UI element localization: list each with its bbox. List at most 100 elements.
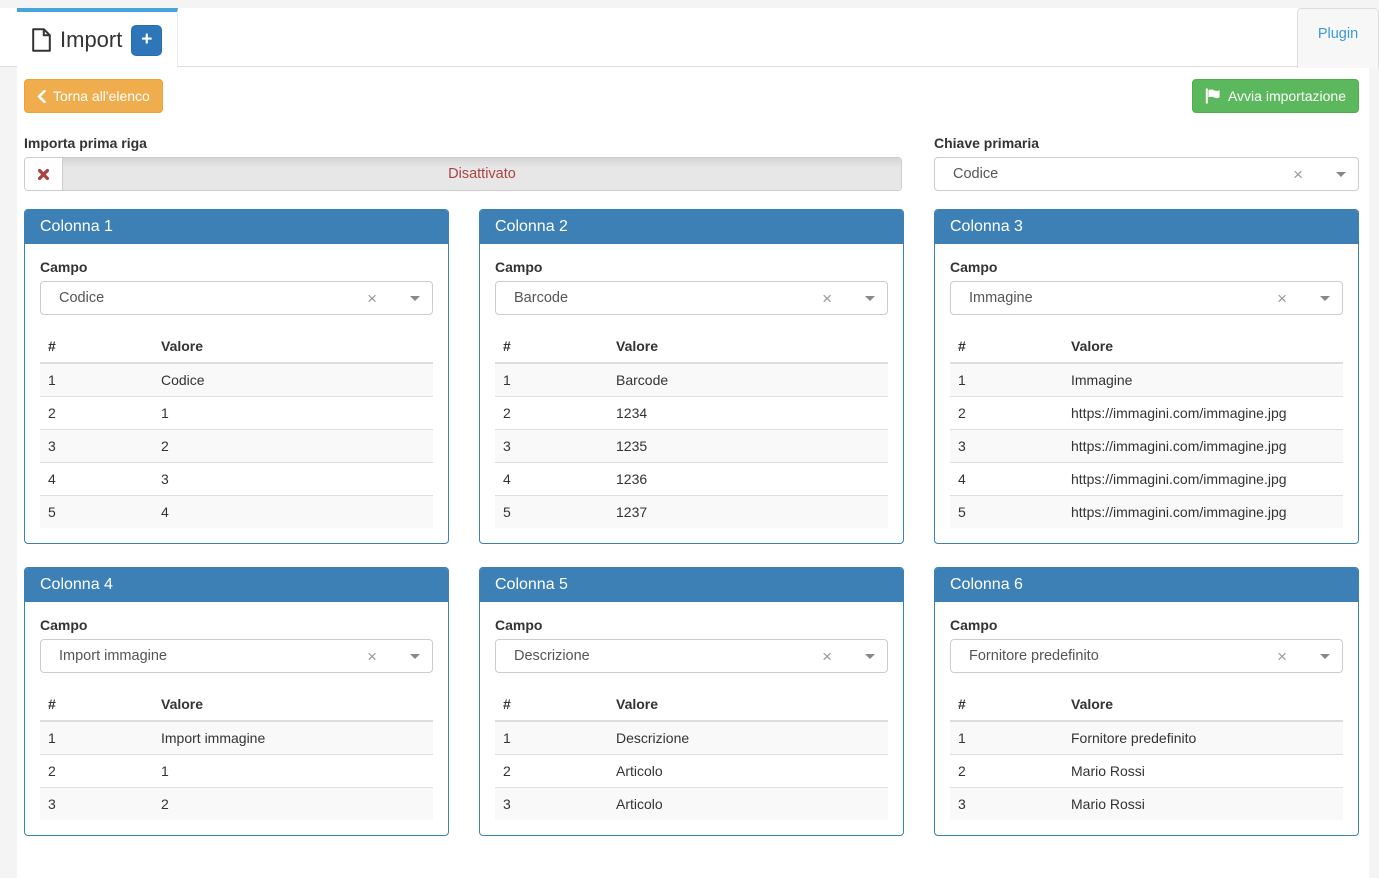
file-icon [32,28,51,52]
tab-import-label: Import [60,27,122,53]
chevron-down-icon [1336,172,1346,182]
row-index: 1 [495,363,608,397]
import-first-row-toggle[interactable]: Disattivato [24,157,902,191]
row-index: 2 [950,755,1063,788]
index-column-header: # [950,688,1063,721]
table-header-row: # Valore [40,688,433,721]
top-tab-bar: Import + Plugin [0,0,1379,67]
field-select-value: Immagine [969,290,1033,306]
row-index: 4 [950,463,1063,496]
row-index: 1 [950,721,1063,755]
column-panel-title: Colonna 3 [935,210,1358,244]
field-select[interactable]: Import immagine × [40,639,433,673]
row-value: Articolo [608,755,888,788]
field-select[interactable]: Fornitore predefinito × [950,639,1343,673]
primary-key-label: Chiave primaria [934,135,1359,151]
field-select[interactable]: Immagine × [950,281,1343,315]
table-row: 2Articolo [495,755,888,788]
row-index: 4 [495,463,608,496]
row-value: 3 [153,463,433,496]
tab-bar-background [0,8,1379,67]
table-header-row: # Valore [495,330,888,363]
values-table: # Valore 1Fornitore predefinito2Mario Ro… [950,688,1343,820]
clear-selection-icon[interactable]: × [367,648,377,665]
field-select-value: Fornitore predefinito [969,648,1099,664]
row-index: 2 [40,397,153,430]
row-value: Immagine [1063,363,1343,397]
clear-selection-icon[interactable]: × [1277,648,1287,665]
table-row: 51237 [495,496,888,529]
toolbar: Torna all'elenco Avvia importazione [24,79,1359,113]
table-header-row: # Valore [495,688,888,721]
field-select[interactable]: Descrizione × [495,639,888,673]
column-panel: Colonna 6 Campo Fornitore predefinito × … [934,567,1359,836]
field-label: Campo [40,259,433,275]
back-to-list-button[interactable]: Torna all'elenco [24,79,163,113]
column-panel-title: Colonna 5 [480,568,903,602]
column-panel-body: Campo Barcode × # Valore 1Barcode2123431… [480,244,903,543]
table-row: 1Fornitore predefinito [950,721,1343,755]
row-value: 1234 [608,397,888,430]
column-panel: Colonna 4 Campo Import immagine × # Valo… [24,567,449,836]
table-row: 1Immagine [950,363,1343,397]
field-select-value: Descrizione [514,648,590,664]
column-panel-body: Campo Descrizione × # Valore 1Descrizion… [480,602,903,835]
clear-selection-icon[interactable]: × [822,648,832,665]
column-panel-body: Campo Codice × # Valore 1Codice21324354 [25,244,448,543]
field-select[interactable]: Barcode × [495,281,888,315]
values-table: # Valore 1Import immagine2132 [40,688,433,820]
row-value: Fornitore predefinito [1063,721,1343,755]
value-column-header: Valore [608,330,888,363]
column-panel-body: Campo Fornitore predefinito × # Valore 1… [935,602,1358,835]
table-row: 1Codice [40,363,433,397]
value-column-header: Valore [1063,688,1343,721]
start-import-label: Avvia importazione [1228,88,1346,104]
clear-selection-icon[interactable]: × [1277,290,1287,307]
table-row: 2Mario Rossi [950,755,1343,788]
start-import-button[interactable]: Avvia importazione [1192,79,1359,113]
field-select[interactable]: Codice × [40,281,433,315]
table-row: 32 [40,788,433,821]
field-label: Campo [40,617,433,633]
row-value: Articolo [608,788,888,821]
row-index: 3 [495,788,608,821]
row-index: 5 [950,496,1063,529]
import-first-row-group: Importa prima riga Disattivato [24,135,902,191]
table-row: 3Mario Rossi [950,788,1343,821]
column-panel: Colonna 2 Campo Barcode × # Valore 1Barc… [479,209,904,544]
table-row: 1Barcode [495,363,888,397]
chevron-down-icon [865,654,875,664]
table-row: 1Descrizione [495,721,888,755]
clear-selection-icon[interactable]: × [822,290,832,307]
table-row: 5https://immagini.com/immagine.jpg [950,496,1343,529]
tab-plugin[interactable]: Plugin [1297,8,1379,68]
table-header-row: # Valore [950,688,1343,721]
table-row: 1Import immagine [40,721,433,755]
clear-selection-icon[interactable]: × [1293,166,1303,183]
table-row: 41236 [495,463,888,496]
primary-key-select[interactable]: Codice × [934,157,1359,191]
row-value: 2 [153,788,433,821]
tab-import[interactable]: Import + [17,8,178,68]
table-row: 4https://immagini.com/immagine.jpg [950,463,1343,496]
tab-plugin-link[interactable]: Plugin [1318,26,1358,68]
row-index: 5 [40,496,153,529]
field-label: Campo [495,617,888,633]
clear-selection-icon[interactable]: × [367,290,377,307]
value-column-header: Valore [608,688,888,721]
values-table: # Valore 1Descrizione2Articolo3Articolo [495,688,888,820]
row-value: Codice [153,363,433,397]
index-column-header: # [40,330,153,363]
add-import-button[interactable]: + [131,25,162,56]
table-row: 3Articolo [495,788,888,821]
chevron-down-icon [1320,654,1330,664]
row-value: Barcode [608,363,888,397]
row-index: 1 [950,363,1063,397]
field-label: Campo [950,617,1343,633]
row-value: Mario Rossi [1063,755,1343,788]
toggle-off-handle[interactable] [25,158,63,190]
row-value: https://immagini.com/immagine.jpg [1063,496,1343,529]
chevron-down-icon [1320,296,1330,306]
column-panel: Colonna 5 Campo Descrizione × # Valore 1… [479,567,904,836]
row-index: 2 [495,397,608,430]
